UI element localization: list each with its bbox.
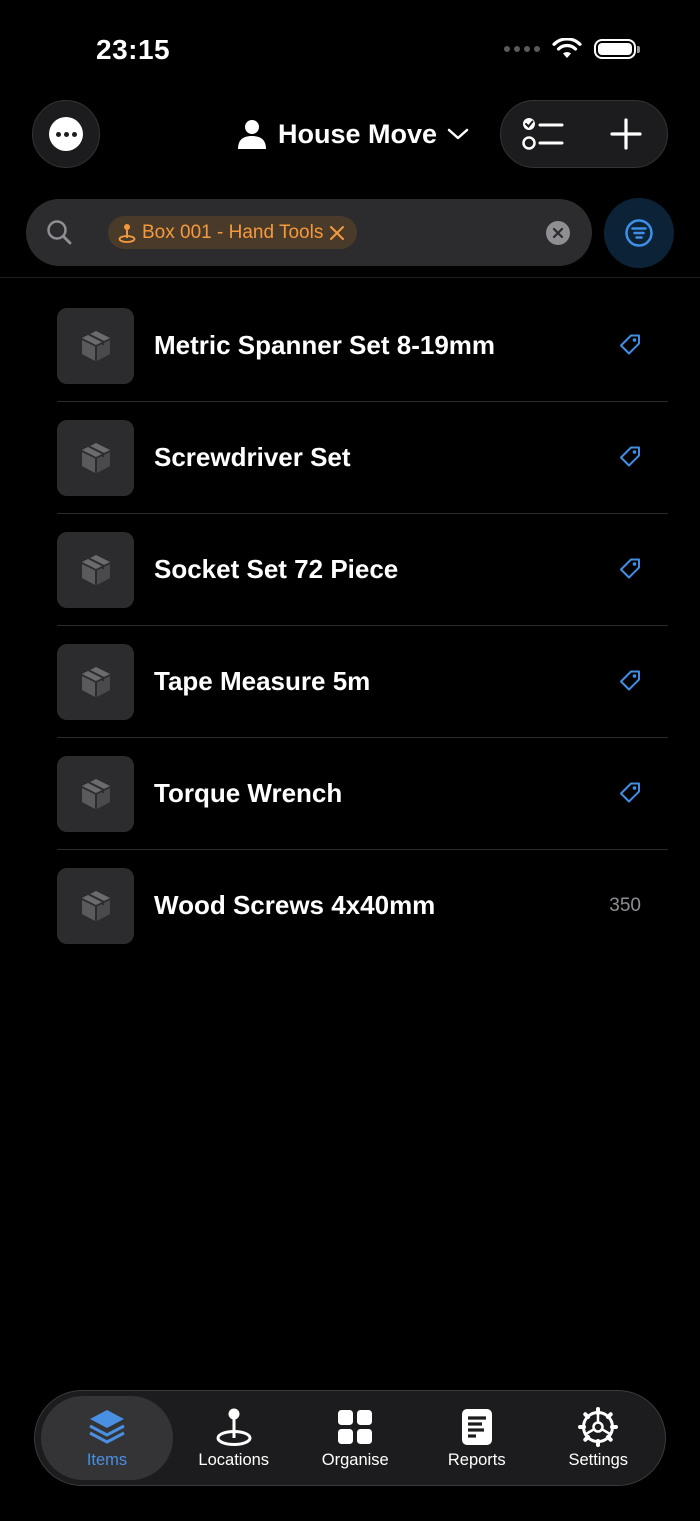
- search-bar[interactable]: Box 001 - Hand Tools: [26, 199, 592, 266]
- tag-icon: [620, 334, 640, 355]
- location-pin-icon: [118, 223, 136, 243]
- item-thumbnail: [57, 308, 134, 384]
- tab-reports[interactable]: Reports: [416, 1396, 538, 1480]
- tag-indicator: [618, 445, 642, 474]
- box-icon: [81, 331, 110, 361]
- list-item[interactable]: Socket Set 72 Piece: [0, 514, 700, 626]
- tag-icon: [620, 446, 640, 467]
- item-name: Tape Measure 5m: [154, 666, 371, 696]
- location-pin-icon: [216, 1408, 252, 1446]
- tab-locations[interactable]: Locations: [173, 1396, 295, 1480]
- stack-icon: [89, 1410, 125, 1444]
- status-time: 23:15: [96, 34, 171, 65]
- list-item[interactable]: Torque Wrench: [0, 738, 700, 850]
- header-actions: [500, 100, 668, 168]
- tag-indicator: [618, 557, 642, 586]
- person-icon: [238, 120, 266, 149]
- item-thumbnail: [57, 420, 134, 496]
- checklist-icon: [521, 118, 563, 150]
- box-icon: [81, 555, 110, 585]
- tab-label: Locations: [198, 1451, 270, 1469]
- cellular-signal-icon: [504, 46, 540, 52]
- report-document-icon: [461, 1409, 492, 1445]
- location-filter-token[interactable]: Box 001 - Hand Tools: [108, 216, 358, 249]
- gear-icon: [578, 1407, 619, 1447]
- item-thumbnail: [57, 532, 134, 608]
- box-icon: [81, 667, 110, 697]
- item-thumbnail: [57, 756, 134, 832]
- add-item-button[interactable]: [596, 104, 656, 164]
- tag-icon: [620, 782, 640, 803]
- status-indicators: [504, 38, 640, 60]
- wifi-icon: [552, 38, 582, 58]
- filter-icon: [625, 219, 653, 247]
- list-item[interactable]: Tape Measure 5m: [0, 626, 700, 738]
- item-name: Wood Screws 4x40mm: [154, 890, 436, 920]
- item-thumbnail: [57, 868, 134, 944]
- more-button[interactable]: [32, 100, 100, 168]
- item-thumbnail: [57, 644, 134, 720]
- item-name: Metric Spanner Set 8-19mm: [154, 330, 496, 360]
- tab-organise[interactable]: Organise: [295, 1396, 417, 1480]
- item-list: Metric Spanner Set 8-19mm Screwdriver Set…: [0, 290, 700, 962]
- item-name: Torque Wrench: [154, 778, 343, 808]
- ellipsis-icon: [49, 117, 83, 151]
- item-name: Screwdriver Set: [154, 442, 351, 472]
- tag-indicator: [618, 781, 642, 810]
- clear-search-button[interactable]: [546, 221, 570, 245]
- project-selector[interactable]: House Move: [236, 114, 469, 154]
- tag-indicator: [618, 669, 642, 698]
- tag-icon: [620, 670, 640, 691]
- plus-icon: [609, 118, 642, 150]
- tab-label: Items: [86, 1451, 128, 1469]
- box-icon: [81, 443, 110, 473]
- box-icon: [81, 891, 110, 921]
- grid-icon: [338, 1410, 373, 1444]
- list-item[interactable]: Screwdriver Set: [0, 402, 700, 514]
- box-icon: [81, 779, 110, 809]
- tab-label: Settings: [568, 1451, 629, 1469]
- tab-bar: Items Locations Organise Reports Setting…: [34, 1390, 666, 1486]
- tab-items[interactable]: Items: [41, 1396, 173, 1480]
- item-quantity: 350: [609, 895, 641, 916]
- search-icon: [47, 220, 72, 245]
- token-remove-icon[interactable]: [329, 225, 345, 241]
- item-name: Socket Set 72 Piece: [154, 554, 399, 584]
- tag-icon: [620, 558, 640, 579]
- battery-icon: [594, 39, 640, 59]
- header-divider: [0, 277, 700, 278]
- tab-label: Reports: [447, 1451, 506, 1469]
- chevron-down-icon: [447, 128, 469, 140]
- token-label: Box 001 - Hand Tools: [142, 221, 324, 243]
- tab-label: Organise: [321, 1451, 389, 1469]
- close-icon: [552, 227, 564, 239]
- tag-indicator: [618, 333, 642, 362]
- list-item[interactable]: Wood Screws 4x40mm 350: [0, 850, 700, 962]
- filter-button[interactable]: [604, 198, 674, 268]
- list-item[interactable]: Metric Spanner Set 8-19mm: [0, 290, 700, 402]
- tab-settings[interactable]: Settings: [538, 1396, 660, 1480]
- checklist-button[interactable]: [513, 104, 573, 164]
- project-title: House Move: [278, 118, 438, 149]
